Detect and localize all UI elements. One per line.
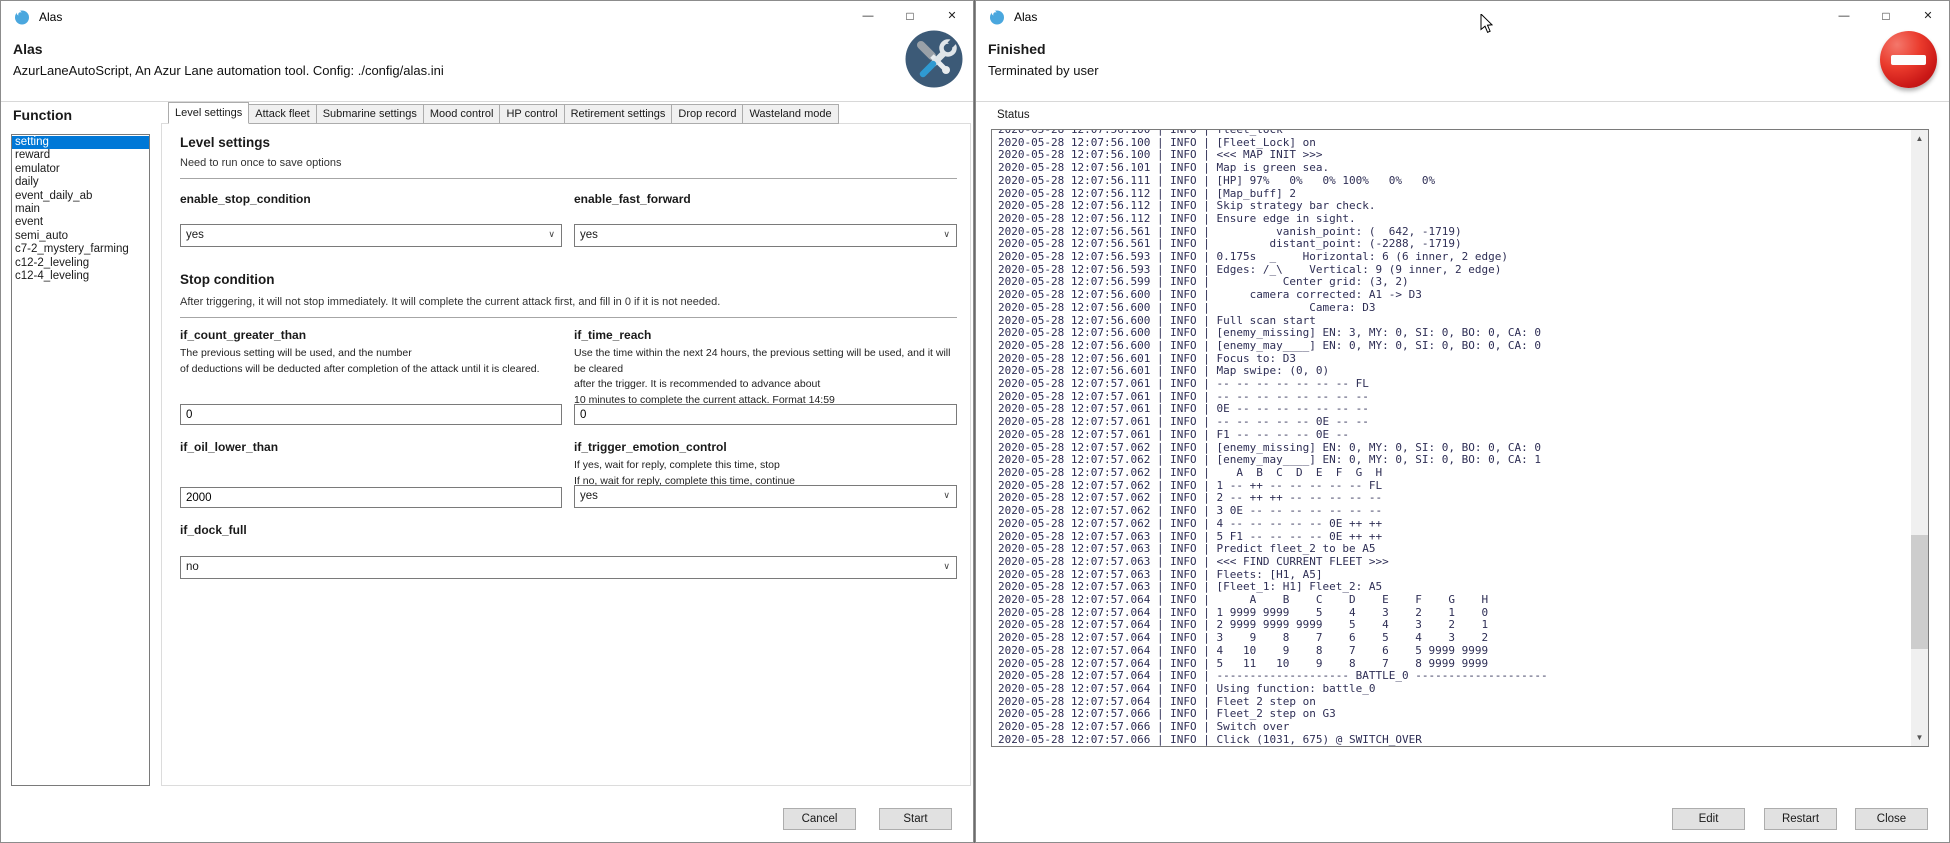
divider [180,178,957,179]
close-run-button[interactable]: Close [1855,808,1928,830]
close-button[interactable]: ✕ [931,1,973,31]
if-time-reach-input[interactable] [574,404,957,425]
page-subtitle: AzurLaneAutoScript, An Azur Lane automat… [13,63,444,78]
alas-run-window: Alas — □ ✕ Finished Terminated by user S… [975,0,1950,843]
stop-condition-title: Stop condition [180,272,274,287]
sidebar-item[interactable]: c7-2_mystery_farming [12,243,149,256]
log-scrollbar[interactable]: ▲ ▼ [1911,130,1928,746]
minimize-button[interactable]: — [847,1,889,31]
if-time-reach-help: Use the time within the next 24 hours, t… [574,346,957,408]
if-dock-full-label: if_dock_full [180,523,247,537]
restart-button[interactable]: Restart [1764,808,1837,830]
if-trigger-emotion-control-label: if_trigger_emotion_control [574,440,727,454]
level-settings-panel: Level settings Need to run once to save … [161,123,971,786]
select-value: yes [580,490,598,502]
sidebar-item[interactable]: main [12,203,149,216]
sidebar-item[interactable]: c12-4_leveling [12,270,149,283]
tab[interactable]: Retirement settings [564,104,673,124]
scroll-down-icon[interactable]: ▼ [1911,729,1928,746]
sidebar-item[interactable]: reward [12,149,149,162]
enable-fast-forward-label: enable_fast_forward [574,192,691,206]
select-value: yes [186,229,204,241]
start-button[interactable]: Start [879,808,952,830]
if-trigger-emotion-control-select[interactable]: yes ∨ [574,485,957,508]
section-title: Level settings [180,135,270,150]
header-divider [976,101,1949,102]
if-count-greater-than-input[interactable] [180,404,562,425]
tools-icon [905,30,963,88]
function-listbox[interactable]: settingrewardemulatordailyevent_daily_ab… [11,134,150,786]
header-divider [1,101,973,102]
sidebar-item[interactable]: setting [12,136,149,149]
if-oil-lower-than-label: if_oil_lower_than [180,440,278,454]
window-title: Alas [39,10,62,24]
maximize-button[interactable]: □ [1865,1,1907,31]
stop-icon [1880,31,1937,88]
if-count-greater-than-help: The previous setting will be used, and t… [180,346,564,377]
tab[interactable]: Mood control [423,104,501,124]
run-status-subtitle: Terminated by user [988,63,1099,78]
if-dock-full-select[interactable]: no ∨ [180,556,957,579]
if-time-reach-label: if_time_reach [574,328,651,342]
tab[interactable]: Wasteland mode [742,104,838,124]
chevron-down-icon: ∨ [943,490,950,501]
chevron-down-icon: ∨ [943,561,950,572]
sidebar-item[interactable]: event_daily_ab [12,190,149,203]
sidebar-item[interactable]: daily [12,176,149,189]
maximize-button[interactable]: □ [889,1,931,31]
select-value: no [186,561,199,573]
if-oil-lower-than-input[interactable] [180,487,562,508]
alas-app-icon [14,9,30,25]
close-button[interactable]: ✕ [1907,1,1949,31]
mouse-cursor [1480,14,1493,34]
enable-fast-forward-select[interactable]: yes ∨ [574,224,957,247]
divider [180,317,957,318]
titlebar[interactable]: Alas — □ ✕ [1,1,973,32]
chevron-down-icon: ∨ [548,229,555,240]
sidebar-item[interactable]: semi_auto [12,230,149,243]
alas-settings-window: Alas — □ ✕ Alas AzurLaneAutoScript, An A… [0,0,974,843]
run-status-title: Finished [988,41,1046,57]
function-list-label: Function [13,107,72,123]
cancel-button[interactable]: Cancel [783,808,856,830]
select-value: yes [580,229,598,241]
tab[interactable]: HP control [499,104,564,124]
alas-app-icon [989,9,1005,25]
sidebar-item[interactable]: emulator [12,163,149,176]
scrollbar-thumb[interactable] [1911,535,1928,649]
window-title: Alas [1014,10,1037,24]
edit-button[interactable]: Edit [1672,808,1745,830]
section-note: Need to run once to save options [180,157,341,169]
log-text: 2020-05-28 12:07:56.100 | INFO | fleet_l… [998,129,1910,746]
enable-stop-condition-select[interactable]: yes ∨ [180,224,562,247]
sidebar-item[interactable]: event [12,216,149,229]
scroll-up-icon[interactable]: ▲ [1911,130,1928,147]
status-log[interactable]: 2020-05-28 12:07:56.100 | INFO | fleet_l… [991,129,1929,747]
titlebar[interactable]: Alas — □ ✕ [976,1,1949,32]
if-count-greater-than-label: if_count_greater_than [180,328,306,342]
enable-stop-condition-label: enable_stop_condition [180,192,311,206]
tab[interactable]: Drop record [671,104,743,124]
sidebar-item[interactable]: c12-2_leveling [12,257,149,270]
settings-tabs[interactable]: Level settingsAttack fleetSubmarine sett… [168,104,839,124]
tab[interactable]: Attack fleet [248,104,316,124]
tab[interactable]: Level settings [168,102,249,124]
status-label: Status [997,109,1030,121]
chevron-down-icon: ∨ [943,229,950,240]
page-title: Alas [13,41,43,57]
tab[interactable]: Submarine settings [316,104,424,124]
stop-condition-note: After triggering, it will not stop immed… [180,296,720,308]
minimize-button[interactable]: — [1823,1,1865,31]
